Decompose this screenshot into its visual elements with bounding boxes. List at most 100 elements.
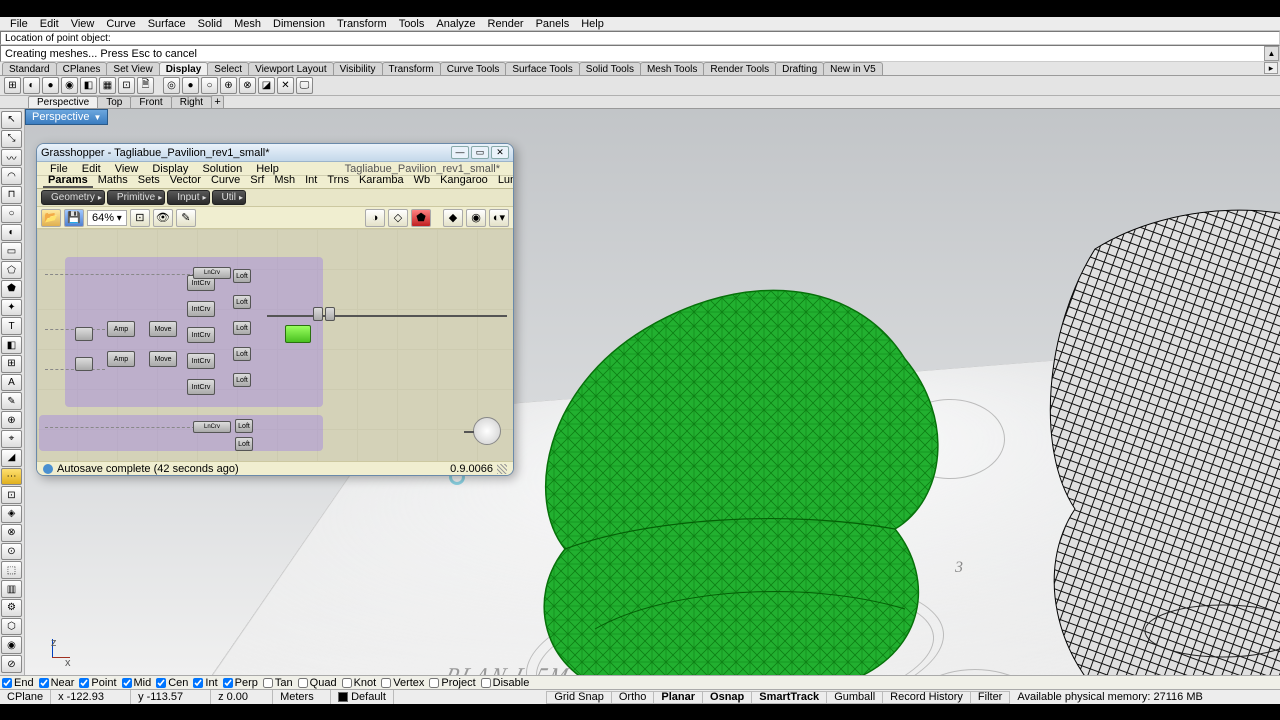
gh-tab-vector[interactable]: Vector <box>165 174 206 188</box>
tool-icon[interactable]: A <box>1 374 22 392</box>
gh-component[interactable]: Loft <box>235 419 253 433</box>
tool-icon[interactable]: ◧ <box>1 336 22 354</box>
viewport-tab-top[interactable]: Top <box>97 96 131 108</box>
gh-shelf-primitive[interactable]: Primitive▸ <box>107 190 165 205</box>
menu-analyze[interactable]: Analyze <box>430 18 481 30</box>
toolbar-icon[interactable]: ⊞ <box>4 77 21 94</box>
toolbar-tab-set-view[interactable]: Set View <box>106 62 159 75</box>
gh-component[interactable] <box>313 307 323 321</box>
toolbar-icon[interactable]: ● <box>182 77 199 94</box>
osnap-cen[interactable]: Cen <box>156 677 191 689</box>
tool-icon[interactable]: ◢ <box>1 449 22 467</box>
toolbar-icon[interactable]: 🖵 <box>296 77 313 94</box>
status-toggle-planar[interactable]: Planar <box>653 691 703 704</box>
gh-tab-kangaroo[interactable]: Kangaroo <box>435 174 493 188</box>
gh-panel[interactable]: LnCrv <box>193 421 231 433</box>
osnap-vertex[interactable]: Vertex <box>381 677 427 689</box>
viewport-tab-right[interactable]: Right <box>171 96 212 108</box>
open-file-icon[interactable]: 📂 <box>41 209 61 227</box>
osnap-perp[interactable]: Perp <box>223 677 261 689</box>
gh-tab-sets[interactable]: Sets <box>133 174 165 188</box>
gh-component[interactable]: IntCrv <box>187 327 215 343</box>
status-toggle-filter[interactable]: Filter <box>970 691 1010 704</box>
gh-menu-display[interactable]: Display <box>145 163 195 175</box>
tool-icon[interactable]: ✦ <box>1 299 22 317</box>
toolbar-icon[interactable]: ⊕ <box>220 77 237 94</box>
viewport-tab-front[interactable]: Front <box>130 96 171 108</box>
toolbar-tab-display[interactable]: Display <box>159 62 209 75</box>
save-file-icon[interactable]: 💾 <box>64 209 84 227</box>
close-button[interactable]: ✕ <box>491 146 509 159</box>
toolbar-icon[interactable]: ⊡ <box>118 77 135 94</box>
tool-icon[interactable]: ⚙ <box>1 599 22 617</box>
toolbar-icon[interactable]: ▦ <box>99 77 116 94</box>
osnap-checkbox-perp[interactable] <box>223 678 233 688</box>
gh-tab-msh[interactable]: Msh <box>269 174 300 188</box>
toolbar-tab-drafting[interactable]: Drafting <box>775 62 824 75</box>
gh-shelf-geometry[interactable]: Geometry▸ <box>41 190 105 205</box>
gh-component-selected[interactable] <box>285 325 311 343</box>
toolbar-tab-curve-tools[interactable]: Curve Tools <box>440 62 507 75</box>
gh-component[interactable]: Loft <box>235 437 253 451</box>
tool-icon[interactable]: ⬚ <box>1 561 22 579</box>
osnap-checkbox-int[interactable] <box>193 678 203 688</box>
osnap-checkbox-knot[interactable] <box>342 678 352 688</box>
gh-tab-srf[interactable]: Srf <box>245 174 269 188</box>
gh-component[interactable] <box>75 327 93 341</box>
menu-render[interactable]: Render <box>482 18 530 30</box>
gh-component[interactable]: Amp <box>107 321 135 337</box>
toolbar-icon[interactable]: ◪ <box>258 77 275 94</box>
menu-mesh[interactable]: Mesh <box>228 18 267 30</box>
status-layer[interactable]: Default <box>331 690 394 704</box>
toolbar-tab-solid-tools[interactable]: Solid Tools <box>579 62 641 75</box>
osnap-int[interactable]: Int <box>193 677 220 689</box>
osnap-disable[interactable]: Disable <box>481 677 533 689</box>
chevron-down-icon[interactable]: ▼ <box>93 113 101 122</box>
command-prompt[interactable]: Creating meshes... Press Esc to cancel ▲ <box>0 45 1280 62</box>
named-views-icon[interactable]: 👁 <box>153 209 173 227</box>
gh-component[interactable] <box>325 307 335 321</box>
menu-edit[interactable]: Edit <box>34 18 65 30</box>
tool-icon[interactable]: T <box>1 317 22 335</box>
gh-component[interactable]: Loft <box>233 295 251 309</box>
gh-tab-trns[interactable]: Trns <box>322 174 354 188</box>
preview-shaded-icon[interactable]: ◑ <box>365 209 385 227</box>
toolbar-icon[interactable]: ○ <box>201 77 218 94</box>
status-toggle-smarttrack[interactable]: SmartTrack <box>751 691 827 704</box>
grasshopper-canvas[interactable]: Amp Amp Move Move IntCrv IntCrv IntCrv I… <box>37 229 513 461</box>
grasshopper-titlebar[interactable]: Grasshopper - Tagliabue_Pavilion_rev1_sm… <box>37 144 513 162</box>
tool-icon[interactable]: ⬟ <box>1 280 22 298</box>
tool-icon[interactable]: ↖ <box>1 111 22 129</box>
menu-file[interactable]: File <box>4 18 34 30</box>
tool-icon[interactable]: ⬡ <box>1 618 22 636</box>
menu-transform[interactable]: Transform <box>331 18 393 30</box>
gh-tab-karamba[interactable]: Karamba <box>354 174 409 188</box>
zoom-extents-icon[interactable]: ⊡ <box>130 209 150 227</box>
solver-settings-icon[interactable]: ◉ <box>466 209 486 227</box>
toolbar-icon[interactable]: ◧ <box>80 77 97 94</box>
component-group[interactable] <box>39 415 323 451</box>
menu-dimension[interactable]: Dimension <box>267 18 331 30</box>
toolbar-icon[interactable]: ⊗ <box>239 77 256 94</box>
menu-view[interactable]: View <box>65 18 101 30</box>
toolbar-tab-cplanes[interactable]: CPlanes <box>56 62 108 75</box>
toolbar-tab-viewport-layout[interactable]: Viewport Layout <box>248 62 334 75</box>
osnap-checkbox-point[interactable] <box>79 678 89 688</box>
status-toggle-gumball[interactable]: Gumball <box>826 691 883 704</box>
tool-icon[interactable]: 〰 <box>1 149 22 167</box>
osnap-checkbox-tan[interactable] <box>263 678 273 688</box>
tool-icon[interactable]: ⊓ <box>1 186 22 204</box>
gh-menu-help[interactable]: Help <box>249 163 286 175</box>
gh-panel[interactable]: LnCrv <box>193 267 231 279</box>
document-preview-icon[interactable]: ◐▾ <box>489 209 509 227</box>
gh-component[interactable]: Loft <box>233 373 251 387</box>
toolbar-icon[interactable]: ● <box>42 77 59 94</box>
gh-component[interactable]: Loft <box>233 347 251 361</box>
osnap-checkbox-project[interactable] <box>429 678 439 688</box>
tool-icon[interactable]: ⋯ <box>1 468 22 486</box>
tool-icon[interactable]: ◈ <box>1 505 22 523</box>
grasshopper-window[interactable]: Grasshopper - Tagliabue_Pavilion_rev1_sm… <box>36 143 514 476</box>
toolbar-tab-select[interactable]: Select <box>207 62 249 75</box>
minimize-button[interactable]: — <box>451 146 469 159</box>
tool-icon[interactable]: ◠ <box>1 167 22 185</box>
